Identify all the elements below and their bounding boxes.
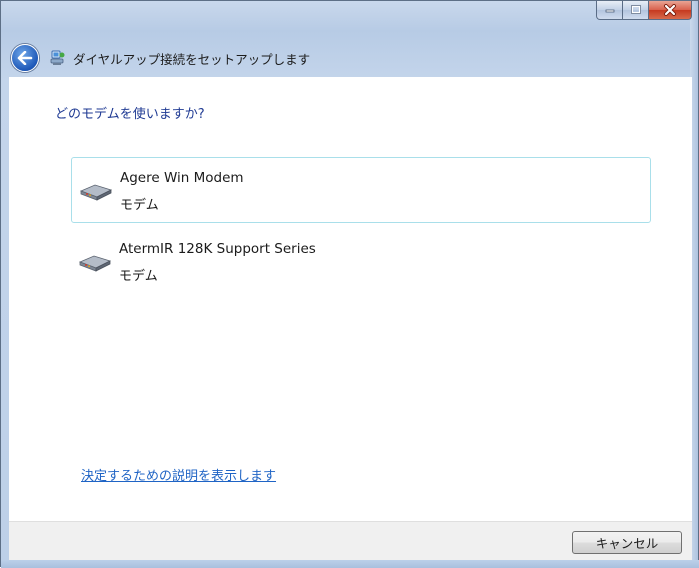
modem-type: モデム	[119, 269, 158, 284]
back-button[interactable]	[11, 44, 39, 72]
modem-name: AtermIR 128K Support Series	[119, 241, 316, 257]
dialup-connection-icon	[50, 50, 65, 65]
modem-icon	[78, 255, 112, 272]
close-icon	[664, 4, 676, 16]
modem-icon	[79, 184, 113, 201]
minimize-button[interactable]	[596, 1, 623, 20]
help-link[interactable]: 決定するための説明を表示します	[81, 465, 276, 484]
wizard-window: ダイヤルアップ接続をセットアップします どのモデムを使いますか? Agere W…	[0, 0, 699, 568]
wizard-header: ダイヤルアップ接続をセットアップします	[9, 39, 692, 77]
window-title: ダイヤルアップ接続をセットアップします	[73, 51, 311, 67]
modem-type: モデム	[120, 198, 159, 213]
caption-buttons	[596, 1, 692, 21]
wizard-footer: キャンセル	[9, 521, 692, 561]
modem-name: Agere Win Modem	[120, 170, 244, 186]
cancel-button[interactable]: キャンセル	[572, 531, 682, 554]
back-arrow-icon	[17, 51, 33, 65]
maximize-icon	[630, 5, 641, 14]
maximize-button[interactable]	[623, 1, 649, 20]
close-button[interactable]	[649, 1, 692, 20]
modem-option-aterm[interactable]: AtermIR 128K Support Series モデム	[71, 229, 651, 295]
modem-question: どのモデムを使いますか?	[55, 107, 205, 122]
modem-option-agere[interactable]: Agere Win Modem モデム	[71, 157, 651, 223]
wizard-content: どのモデムを使いますか? Agere Win Modem モデム AtermIR…	[9, 77, 692, 521]
minimize-icon	[605, 9, 614, 13]
